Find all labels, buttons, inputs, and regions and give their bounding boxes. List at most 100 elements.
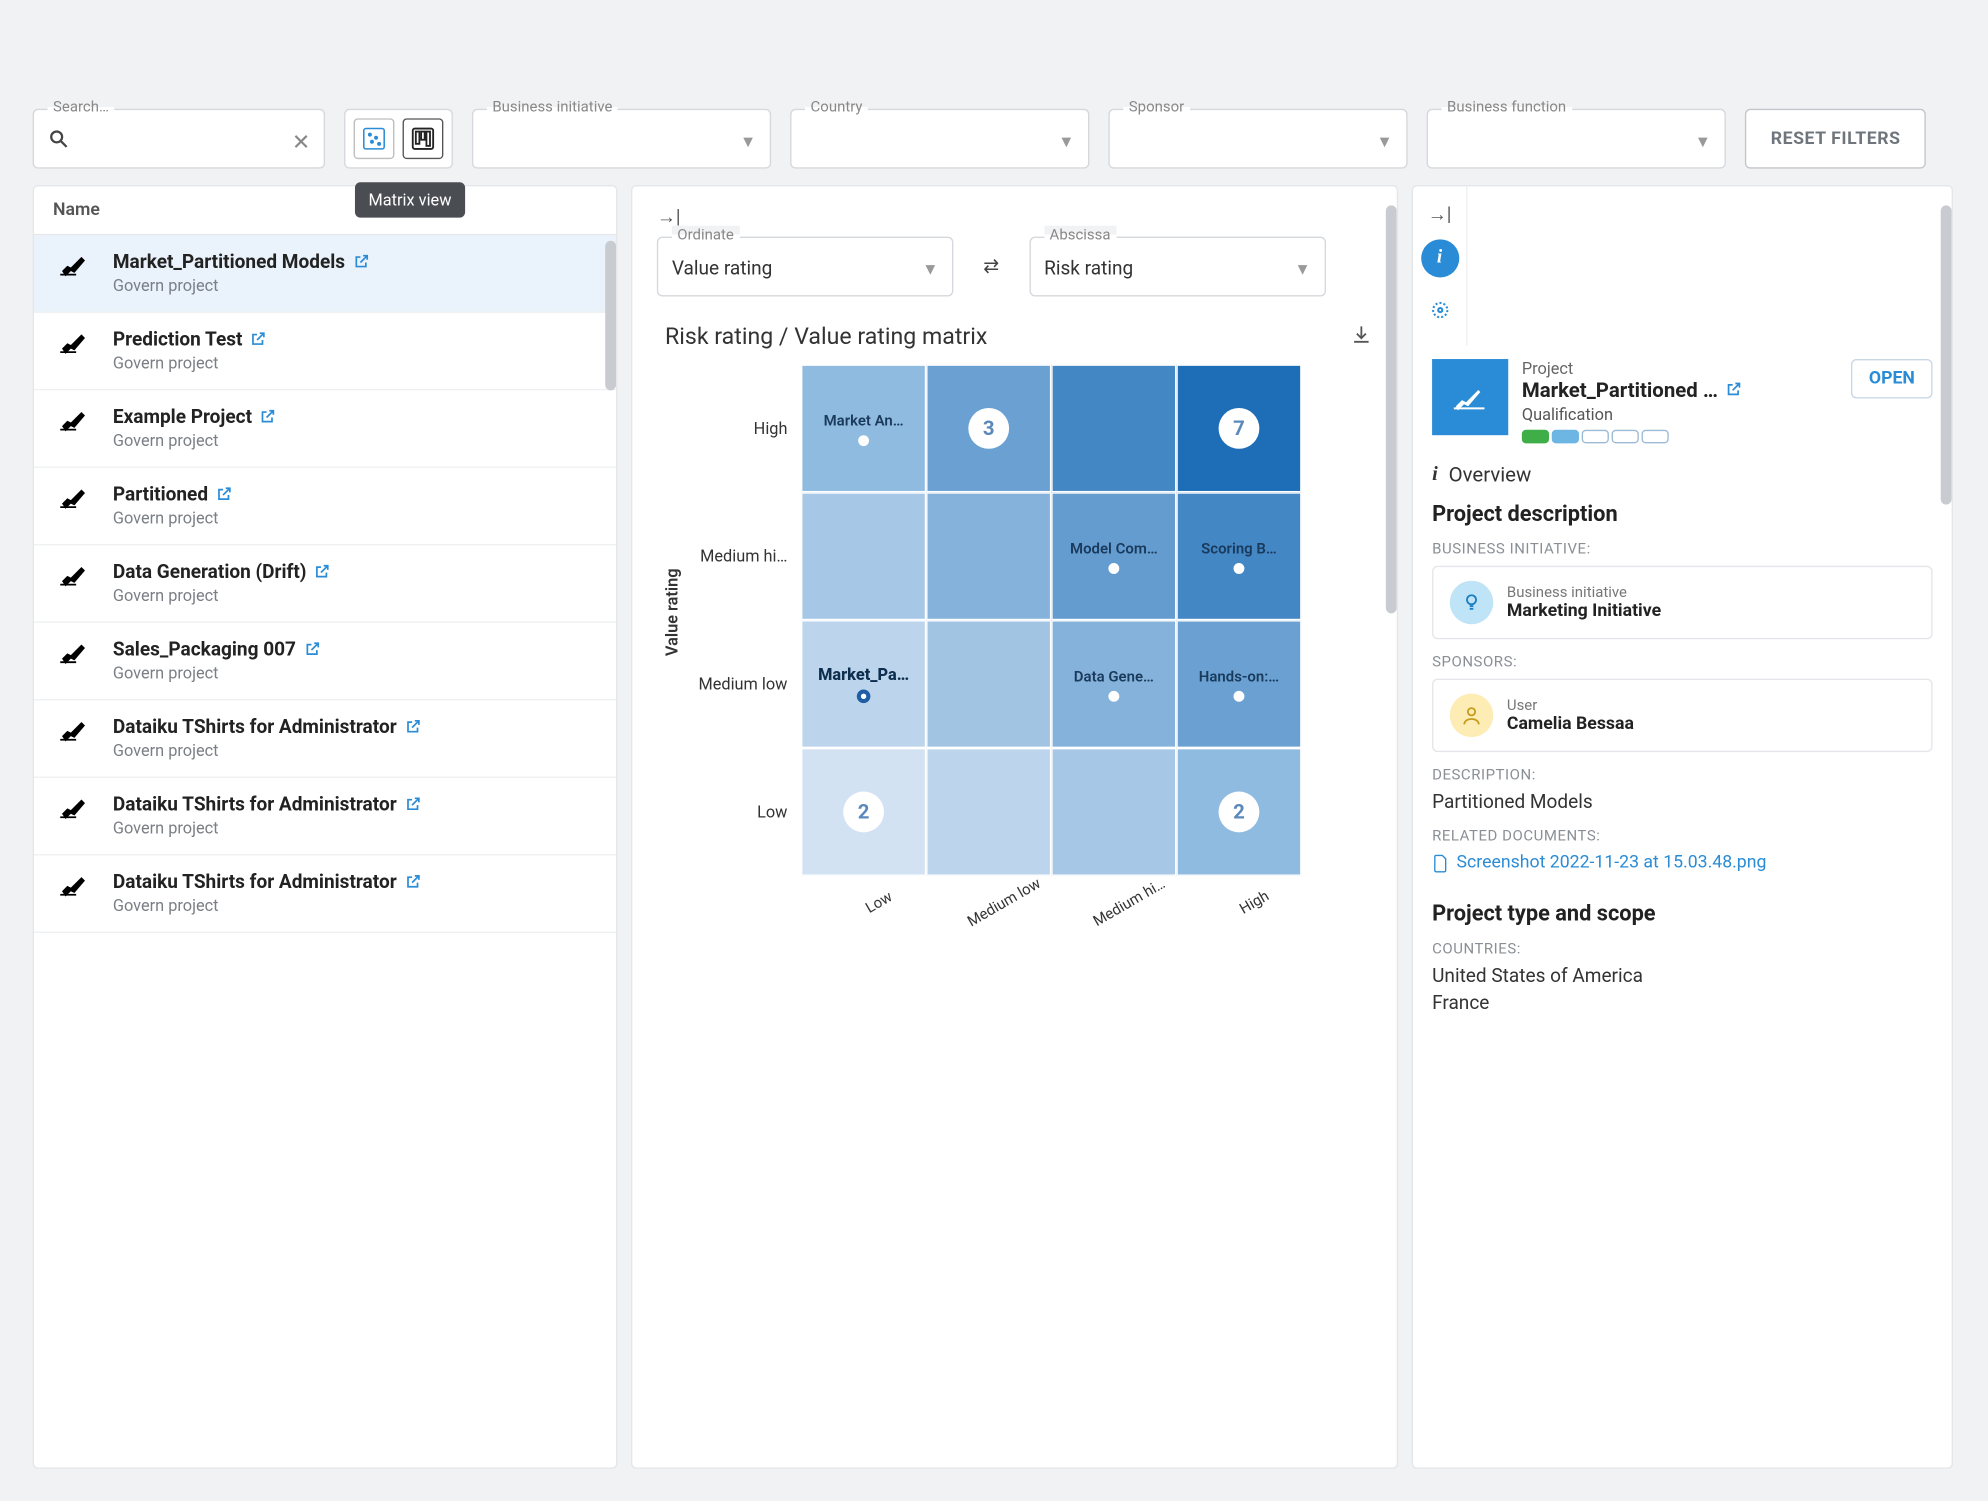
matrix-cell[interactable] — [926, 620, 1051, 748]
external-link-icon[interactable] — [405, 717, 421, 737]
matrix-cell[interactable]: Data Gene… — [1051, 620, 1176, 748]
sponsors-label: SPONSORS: — [1432, 653, 1932, 671]
matrix-cell[interactable]: Scoring B… — [1176, 492, 1301, 620]
filter-country[interactable]: Country ▼ — [790, 109, 1089, 169]
list-item[interactable]: Prediction Test Govern project — [34, 313, 616, 391]
info-tab-icon[interactable]: i — [1421, 239, 1459, 277]
external-link-icon[interactable] — [353, 252, 369, 272]
description-value: Partitioned Models — [1432, 792, 1932, 814]
bird-icon — [58, 794, 93, 824]
reset-filters-button[interactable]: RESET FILTERS — [1745, 109, 1927, 169]
ordinate-select[interactable]: Ordinate Value rating ▼ — [657, 237, 953, 297]
filter-business-initiative[interactable]: Business initiative ▼ — [472, 109, 771, 169]
cell-label: Hands-on:… — [1199, 667, 1279, 685]
details-rail: →| i — [1413, 186, 1467, 345]
matrix-cell[interactable]: Model Com… — [1051, 492, 1176, 620]
project-phase: Qualification — [1522, 405, 1838, 424]
countries-label: COUNTRIES: — [1432, 940, 1932, 958]
list-item-subtitle: Govern project — [113, 896, 592, 915]
list-item[interactable]: Dataiku TShirts for Administrator Govern … — [34, 855, 616, 933]
cell-dot-icon — [1234, 690, 1245, 701]
filter-business-function[interactable]: Business function ▼ — [1427, 109, 1726, 169]
bird-icon — [58, 717, 93, 747]
main-area: Name Market_Partitioned Models Govern pro… — [33, 185, 1953, 1469]
external-link-icon[interactable] — [405, 872, 421, 892]
abscissa-select[interactable]: Abscissa Risk rating ▼ — [1029, 237, 1325, 297]
cell-count: 2 — [1219, 792, 1260, 833]
matrix-cell[interactable]: Market An… — [801, 364, 926, 492]
tooltip-matrix-view: Matrix view — [355, 182, 465, 217]
project-list-panel: Name Market_Partitioned Models Govern pro… — [33, 185, 618, 1469]
bird-icon — [58, 639, 93, 669]
external-link-icon[interactable] — [216, 485, 232, 505]
list-item-title: Market_Partitioned Models — [113, 252, 345, 274]
matrix-cell[interactable]: 3 — [926, 364, 1051, 492]
sponsor-card[interactable]: User Camelia Bessaa — [1432, 679, 1932, 752]
list-item-title: Dataiku TShirts for Administrator — [113, 717, 397, 739]
external-link-icon[interactable] — [1726, 380, 1742, 400]
clear-search-icon[interactable]: ✕ — [292, 129, 310, 155]
list-header-name: Name — [34, 186, 616, 235]
external-link-icon[interactable] — [304, 640, 320, 660]
caret-down-icon: ▼ — [740, 132, 756, 151]
search-field[interactable]: Search… ✕ — [33, 109, 325, 169]
list-item-title: Data Generation (Drift) — [113, 562, 307, 584]
list-item-subtitle: Govern project — [113, 741, 592, 760]
search-icon — [48, 127, 70, 156]
project-name: Market_Partitioned … — [1522, 378, 1718, 402]
y-axis-label: Value rating — [657, 569, 687, 657]
list-item-subtitle: Govern project — [113, 276, 592, 295]
project-list[interactable]: Market_Partitioned ModelsGovern projectP… — [34, 235, 616, 1467]
lightbulb-icon — [1450, 581, 1494, 625]
bird-icon — [58, 872, 93, 902]
swap-axes-icon[interactable]: ⇄ — [983, 256, 999, 278]
list-item-title: Sales_Packaging 007 — [113, 639, 296, 661]
matrix-cell[interactable]: Market_Pa… — [801, 620, 926, 748]
list-item[interactable]: PartitionedGovern project — [34, 468, 616, 546]
user-icon — [1450, 694, 1494, 738]
business-initiative-card[interactable]: Business initiative Marketing Initiative — [1432, 566, 1932, 639]
list-item[interactable]: Example ProjectGovern project — [34, 390, 616, 468]
bird-icon — [58, 407, 93, 437]
scatter-view-button[interactable] — [354, 118, 395, 159]
matrix-cell[interactable] — [801, 492, 926, 620]
workflow-stepper — [1522, 430, 1838, 444]
related-doc-link[interactable]: Screenshot 2022-11-23 at 15.03.48.png — [1432, 853, 1932, 873]
external-link-icon[interactable] — [405, 795, 421, 815]
settings-tab-icon[interactable] — [1421, 291, 1459, 329]
matrix-cell[interactable] — [926, 492, 1051, 620]
external-link-icon[interactable] — [260, 407, 276, 427]
filter-sponsor[interactable]: Sponsor ▼ — [1108, 109, 1407, 169]
kanban-view-button[interactable] — [403, 118, 444, 159]
project-type-label: Project — [1522, 359, 1838, 378]
matrix-cells: Market An…37Model Com…Scoring B… Market_P… — [801, 364, 1301, 875]
list-item[interactable]: Dataiku TShirts for Administrator Govern … — [34, 700, 616, 778]
list-item[interactable]: Sales_Packaging 007Govern project — [34, 623, 616, 701]
row-label: Medium hi… — [687, 492, 801, 620]
search-legend: Search… — [48, 98, 115, 116]
related-docs-label: RELATED DOCUMENTS: — [1432, 827, 1932, 845]
list-item[interactable]: Market_Partitioned Models Govern project — [34, 235, 616, 313]
cell-dot-icon — [1108, 690, 1119, 701]
details-panel: →| i Project Market_Partitioned … — [1412, 185, 1953, 1469]
collapse-right-icon[interactable]: →| — [1428, 203, 1452, 226]
list-item-title: Dataiku TShirts for Administrator — [113, 872, 397, 894]
cell-dot-icon — [1108, 562, 1119, 573]
list-item-title: Prediction Test — [113, 329, 243, 351]
external-link-icon[interactable] — [315, 562, 331, 582]
matrix-cell[interactable]: Hands-on:… — [1176, 620, 1301, 748]
list-item[interactable]: Data Generation (Drift)Govern project — [34, 545, 616, 623]
list-item-subtitle: Govern project — [113, 354, 592, 373]
open-project-button[interactable]: OPEN — [1851, 359, 1932, 398]
bird-icon — [58, 562, 93, 592]
external-link-icon[interactable] — [251, 330, 267, 350]
list-item[interactable]: Dataiku TShirts for AdministratorGovern … — [34, 778, 616, 856]
row-label: Medium low — [687, 620, 801, 748]
matrix-cell[interactable] — [1051, 364, 1176, 492]
description-label: DESCRIPTION: — [1432, 766, 1932, 784]
list-item-subtitle: Govern project — [113, 431, 592, 450]
caret-down-icon: ▼ — [922, 260, 938, 279]
matrix-cell[interactable]: 7 — [1176, 364, 1301, 492]
download-icon[interactable] — [1350, 324, 1372, 351]
collapse-left-icon[interactable]: →| — [657, 205, 1372, 228]
